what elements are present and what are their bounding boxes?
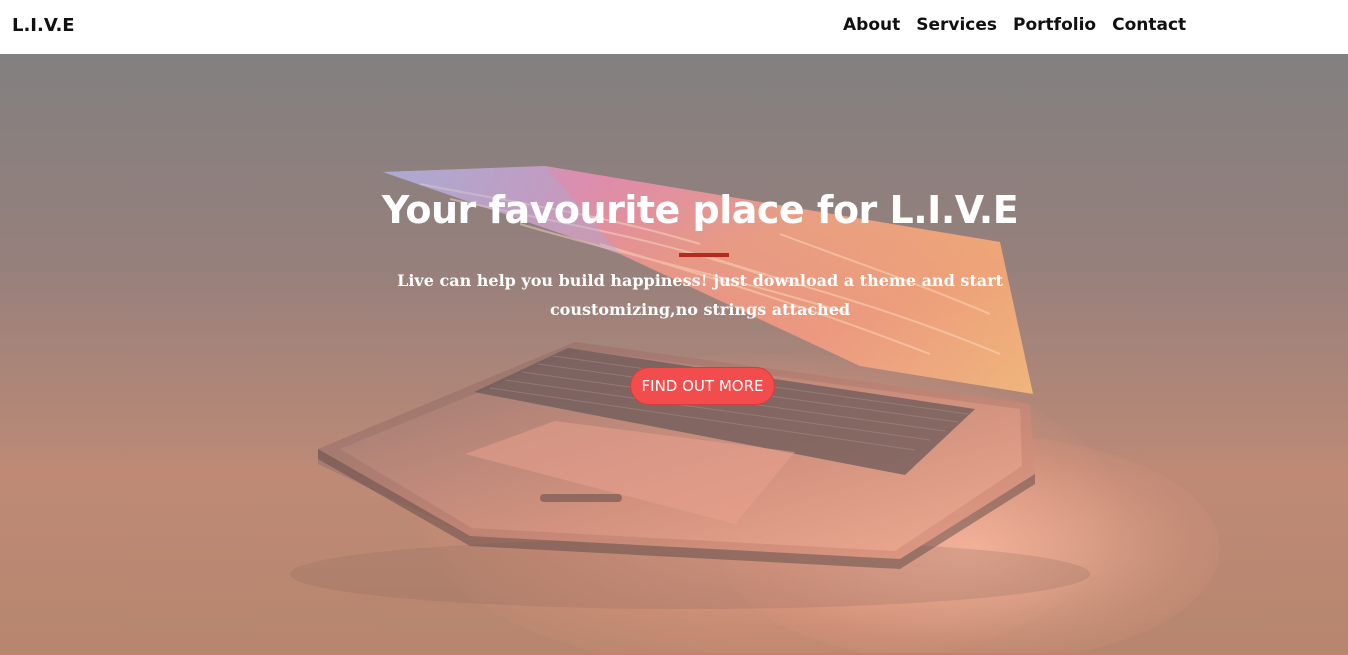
- brand-logo[interactable]: L.I.V.E: [12, 15, 75, 36]
- hero-subtitle: Live can help you build happiness! just …: [397, 271, 1003, 319]
- nav-links: About Services Portfolio Contact: [843, 15, 1186, 35]
- title-divider: [679, 253, 729, 257]
- hero-section: Your favourite place for L.I.V.E Live ca…: [0, 54, 1348, 655]
- hero-title: Your favourite place for L.I.V.E: [381, 188, 1019, 232]
- top-navbar: L.I.V.E About Services Portfolio Contact: [0, 0, 1348, 54]
- nav-link-portfolio[interactable]: Portfolio: [1013, 15, 1096, 35]
- hero-content: Your favourite place for L.I.V.E Live ca…: [0, 54, 1348, 655]
- nav-link-contact[interactable]: Contact: [1112, 15, 1186, 35]
- nav-link-services[interactable]: Services: [916, 15, 997, 35]
- nav-link-about[interactable]: About: [843, 15, 900, 35]
- find-out-more-button[interactable]: FIND OUT MORE: [630, 367, 775, 405]
